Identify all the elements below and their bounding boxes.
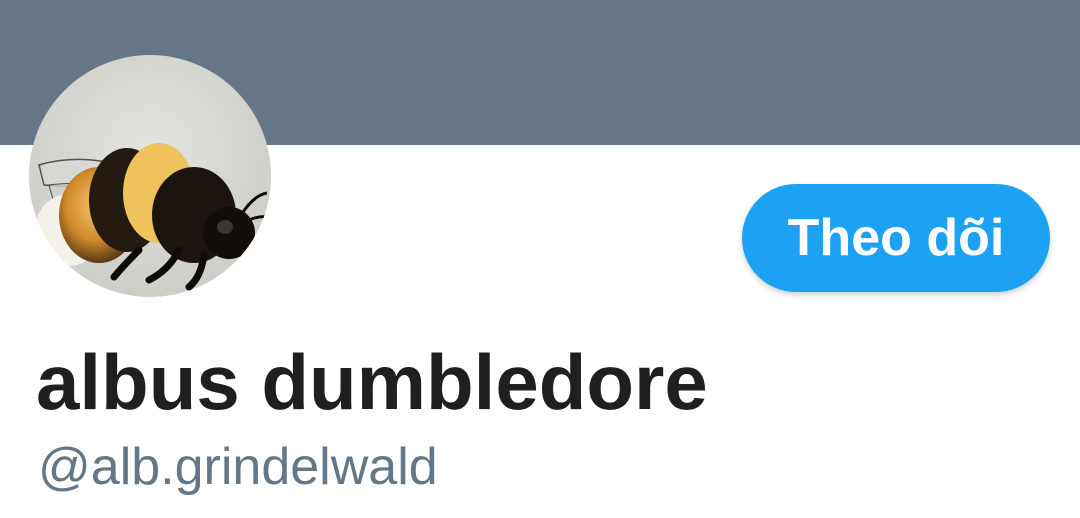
profile-avatar[interactable] bbox=[29, 55, 271, 297]
profile-display-name: albus dumbledore bbox=[36, 338, 708, 426]
profile-handle: @alb.grindelwald bbox=[38, 438, 438, 496]
bumblebee-icon bbox=[29, 55, 271, 297]
follow-button[interactable]: Theo dõi bbox=[742, 184, 1050, 292]
